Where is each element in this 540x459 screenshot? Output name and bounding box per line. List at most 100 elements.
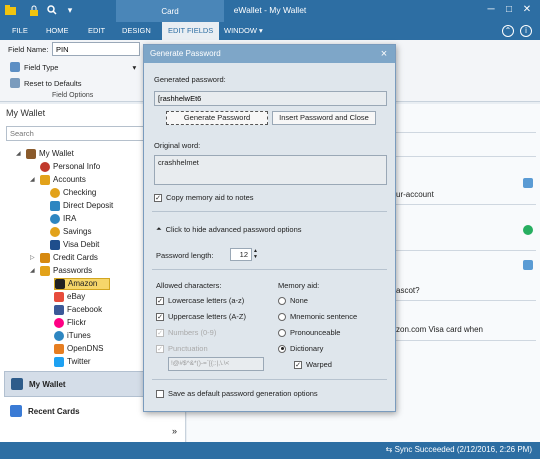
left-pane-title: My Wallet <box>6 108 46 118</box>
memory-aid-pronounceable-radio[interactable]: Pronounceable <box>278 328 340 337</box>
divider <box>396 340 536 341</box>
info-icon[interactable]: i <box>520 25 532 37</box>
insert-password-close-button[interactable]: Insert Password and Close <box>272 111 376 125</box>
wallet-icon <box>26 149 36 159</box>
punctuation-checkbox[interactable]: ✓ Punctuation <box>156 344 208 353</box>
memory-aid-mnemonic-radio[interactable]: Mnemonic sentence <box>278 312 357 321</box>
field-type-label: Field Type <box>24 62 59 72</box>
tree-node-visa-debit[interactable]: Visa Debit <box>50 239 99 251</box>
divider <box>152 211 387 212</box>
coins-icon <box>50 227 60 237</box>
copy-memory-aid-checkbox[interactable]: ✓ Copy memory aid to notes <box>154 193 254 202</box>
tree-node-accounts[interactable]: ◢ Accounts <box>30 174 86 186</box>
tree-node-facebook[interactable]: Facebook <box>54 304 102 316</box>
facebook-icon <box>54 305 64 315</box>
tree-node-amazon[interactable]: Amazon <box>54 278 110 290</box>
reset-defaults-button[interactable]: Reset to Defaults <box>10 78 82 88</box>
uppercase-checkbox[interactable]: ✓ Uppercase letters (A-Z) <box>156 312 246 321</box>
tree-node-credit-cards[interactable]: ▷ Credit Cards <box>30 252 98 264</box>
card-field-fragment: ur-account <box>396 190 434 199</box>
generate-password-dialog: Generate Password × Generated password: … <box>143 44 396 412</box>
field-name-input[interactable] <box>52 42 140 56</box>
card-field-fragment: ascot? <box>396 286 420 295</box>
opendns-icon <box>54 344 64 354</box>
tab-design[interactable]: DESIGN <box>116 22 157 40</box>
flickr-icon <box>54 318 64 328</box>
expand-icon: ◢ <box>30 177 35 183</box>
collapse-icon: ⏶ <box>156 225 162 233</box>
expand-icon: ◢ <box>30 268 35 274</box>
tree-node-opendns[interactable]: OpenDNS <box>54 343 103 355</box>
field-name-label: Field Name: <box>8 45 49 54</box>
memory-aid-dictionary-radio[interactable]: Dictionary <box>278 344 323 353</box>
key-icon <box>40 266 50 276</box>
password-length-label: Password length: <box>156 251 214 260</box>
tab-edit[interactable]: EDIT <box>82 22 111 40</box>
expand-icon: ◢ <box>16 151 21 157</box>
reset-defaults-label: Reset to Defaults <box>24 78 82 88</box>
tree-node-twitter[interactable]: Twitter <box>54 356 91 368</box>
tab-window[interactable]: WINDOW ▾ <box>218 22 269 40</box>
divider <box>396 204 536 205</box>
memory-aid-label: Memory aid: <box>278 281 320 290</box>
checkbox-checked-icon: ✓ <box>154 193 162 202</box>
recent-cards-icon <box>10 405 22 417</box>
tab-file[interactable]: FILE <box>6 22 34 40</box>
original-word-label: Original word: <box>154 141 201 150</box>
add-field-icon[interactable] <box>523 260 533 270</box>
coins-icon <box>50 188 60 198</box>
tree-node-direct-deposit[interactable]: Direct Deposit <box>50 200 113 212</box>
title-bar: ▾ Card eWallet - My Wallet ─ □ ✕ <box>0 0 540 22</box>
generated-password-label: Generated password: <box>154 75 226 84</box>
collapsed-icon: ▷ <box>30 255 35 261</box>
password-length-stepper[interactable]: 12 <box>230 248 252 261</box>
divider <box>152 269 387 270</box>
field-options-group-label: Field Options <box>52 92 94 99</box>
twitter-icon <box>54 357 64 367</box>
memory-aid-none-radio[interactable]: None <box>278 296 308 305</box>
tree-node-my-wallet[interactable]: ◢ My Wallet <box>16 148 74 160</box>
ebay-icon <box>54 292 64 302</box>
deposit-icon <box>50 201 60 211</box>
add-icon[interactable] <box>523 225 533 235</box>
allowed-characters-label: Allowed characters: <box>156 281 222 290</box>
collapse-ribbon-icon[interactable]: ⌃ <box>502 25 514 37</box>
field-type-icon <box>10 62 20 72</box>
person-icon <box>40 162 50 172</box>
wallet-icon <box>11 378 23 390</box>
save-default-checkbox[interactable]: Save as default password generation opti… <box>156 389 318 398</box>
numbers-checkbox[interactable]: ✓ Numbers (0-9) <box>156 328 216 337</box>
tree-node-personal-info[interactable]: Personal Info <box>30 161 100 173</box>
tree-node-flickr[interactable]: Flickr <box>54 317 86 329</box>
info-icon <box>50 214 60 224</box>
tree-node-itunes[interactable]: iTunes <box>54 330 91 342</box>
original-word-field[interactable]: crashhelmet <box>154 155 387 185</box>
sync-icon: ⇆ <box>385 445 395 454</box>
itunes-icon <box>54 331 64 341</box>
maximize-icon[interactable]: □ <box>502 3 516 17</box>
divider <box>396 300 536 301</box>
warped-checkbox[interactable]: ✓ Warped <box>294 360 332 369</box>
add-field-icon[interactable] <box>523 178 533 188</box>
tree-node-ira[interactable]: IRA <box>50 213 76 225</box>
close-icon[interactable]: ✕ <box>520 3 534 17</box>
sync-status: ⇆ Sync Succeeded (2/12/2016, 2:26 PM) <box>385 445 532 454</box>
field-type-button[interactable]: Field Type ▾ <box>10 62 136 72</box>
toggle-advanced-options[interactable]: ⏶ Click to hide advanced password options <box>156 225 302 234</box>
stepper-arrows-icon[interactable]: ▲ ▼ <box>253 248 258 260</box>
tab-home[interactable]: HOME <box>40 22 75 40</box>
tree-node-passwords[interactable]: ◢ Passwords <box>30 265 92 277</box>
tree-node-checking[interactable]: Checking <box>50 187 96 199</box>
close-icon[interactable]: × <box>379 48 389 60</box>
tree-node-savings[interactable]: Savings <box>50 226 91 238</box>
punctuation-chars-field[interactable]: !@#$^&*()-=`[{;:|,\.\< <box>168 357 264 371</box>
generated-password-field[interactable] <box>154 91 387 106</box>
window-title: eWallet - My Wallet <box>233 5 307 15</box>
reset-icon <box>10 78 20 88</box>
generate-password-button[interactable]: Generate Password <box>166 111 268 125</box>
more-nav-button[interactable]: » <box>172 426 177 436</box>
tree-node-ebay[interactable]: eBay <box>54 291 85 303</box>
minimize-icon[interactable]: ─ <box>484 3 498 17</box>
lowercase-checkbox[interactable]: ✓ Lowercase letters (a-z) <box>156 296 244 305</box>
tab-edit-fields[interactable]: EDIT FIELDS <box>162 22 220 40</box>
